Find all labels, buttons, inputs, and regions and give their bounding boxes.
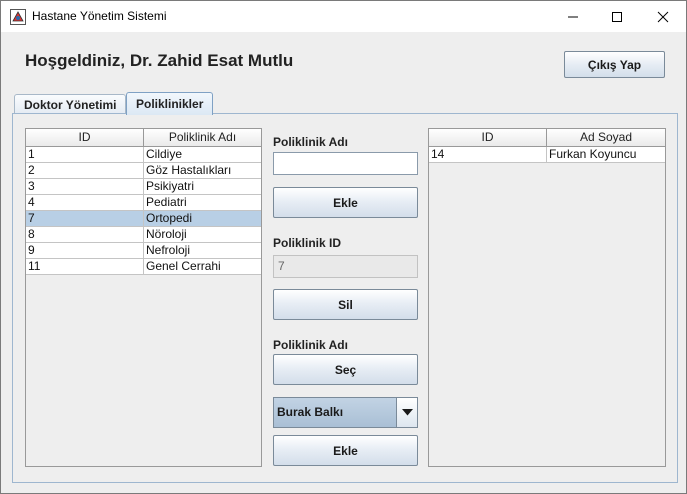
cell-id: 4 — [26, 195, 144, 211]
cell-id: 7 — [26, 211, 144, 227]
chevron-down-icon[interactable] — [396, 398, 417, 427]
cell-id: 11 — [26, 259, 144, 275]
cell-id: 14 — [429, 147, 547, 163]
cell-id: 1 — [26, 147, 144, 163]
table-row[interactable]: 11 Genel Cerrahi — [26, 259, 261, 275]
column-header-clinic-name[interactable]: Poliklinik Adı — [144, 129, 261, 147]
column-header-id[interactable]: ID — [26, 129, 144, 147]
clinic-id-label: Poliklinik ID — [273, 236, 342, 250]
cell-clinic-name: Cildiye — [144, 147, 261, 163]
clinic-name-input[interactable] — [273, 152, 418, 175]
delete-clinic-button[interactable]: Sil — [273, 289, 418, 320]
table-row[interactable]: 1 Cildiye — [26, 147, 261, 163]
tab-clinics[interactable]: Poliklinikler — [126, 92, 214, 115]
logout-button[interactable]: Çıkış Yap — [564, 51, 665, 78]
cell-id: 8 — [26, 227, 144, 243]
window-title: Hastane Yönetim Sistemi — [32, 9, 167, 23]
tab-doctor-management[interactable]: Doktor Yönetimi — [14, 94, 127, 114]
cell-clinic-name: Ortopedi — [144, 211, 261, 227]
cell-clinic-name: Genel Cerrahi — [144, 259, 261, 275]
table-row-selected[interactable]: 7 Ortopedi — [26, 211, 261, 227]
select-clinic-button[interactable]: Seç — [273, 354, 418, 385]
cell-clinic-name: Pediatri — [144, 195, 261, 211]
clinics-tab-panel: ID Poliklinik Adı 1 Cildiye 2 Göz Hastal… — [12, 113, 678, 483]
table-row[interactable]: 8 Nöroloji — [26, 227, 261, 243]
app-window: Hastane Yönetim Sistemi Hoşgeldiniz, Dr.… — [0, 0, 687, 494]
cell-full-name: Furkan Koyuncu — [547, 147, 665, 163]
doctor-select-value[interactable]: Burak Balkı — [274, 398, 396, 427]
column-header-id[interactable]: ID — [429, 129, 547, 147]
table-row[interactable]: 4 Pediatri — [26, 195, 261, 211]
workers-table[interactable]: ID Ad Soyad 14 Furkan Koyuncu — [428, 128, 666, 467]
maximize-icon[interactable] — [594, 1, 640, 32]
table-row[interactable]: 14 Furkan Koyuncu — [429, 147, 665, 163]
title-bar[interactable]: Hastane Yönetim Sistemi — [1, 1, 686, 32]
cell-id: 3 — [26, 179, 144, 195]
table-row[interactable]: 3 Psikiyatri — [26, 179, 261, 195]
cell-id: 2 — [26, 163, 144, 179]
doctor-select[interactable]: Burak Balkı — [273, 397, 418, 428]
clinic-id-field: 7 — [273, 255, 418, 278]
table-row[interactable]: 9 Nefroloji — [26, 243, 261, 259]
workers-table-header: ID Ad Soyad — [429, 129, 665, 147]
clinics-table-header: ID Poliklinik Adı — [26, 129, 261, 147]
column-header-full-name[interactable]: Ad Soyad — [547, 129, 665, 147]
clinic-name-label-2: Poliklinik Adı — [273, 338, 348, 352]
add-worker-button[interactable]: Ekle — [273, 435, 418, 466]
cell-clinic-name: Nöroloji — [144, 227, 261, 243]
hospital-app-icon — [10, 9, 26, 25]
clinic-name-label: Poliklinik Adı — [273, 135, 348, 149]
cell-clinic-name: Psikiyatri — [144, 179, 261, 195]
welcome-heading: Hoşgeldiniz, Dr. Zahid Esat Mutlu — [25, 51, 294, 70]
minimize-icon[interactable] — [550, 1, 596, 32]
table-row[interactable]: 2 Göz Hastalıkları — [26, 163, 261, 179]
add-clinic-button[interactable]: Ekle — [273, 187, 418, 218]
close-icon[interactable] — [640, 1, 686, 32]
main-content: Hoşgeldiniz, Dr. Zahid Esat Mutlu Çıkış … — [1, 32, 686, 493]
cell-id: 9 — [26, 243, 144, 259]
clinics-table[interactable]: ID Poliklinik Adı 1 Cildiye 2 Göz Hastal… — [25, 128, 262, 467]
cell-clinic-name: Nefroloji — [144, 243, 261, 259]
cell-clinic-name: Göz Hastalıkları — [144, 163, 261, 179]
